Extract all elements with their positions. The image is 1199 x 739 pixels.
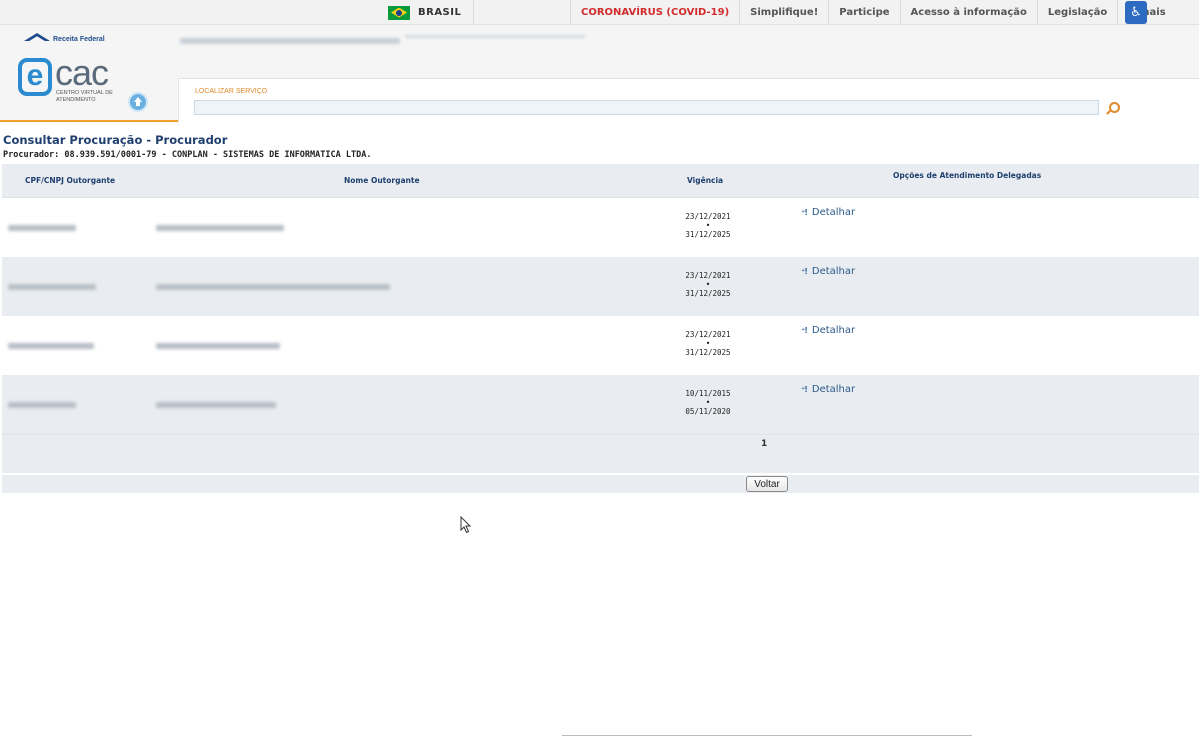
procurador-info: Procurador: 08.939.591/0001-79 - CONPLAN…: [3, 150, 372, 160]
redacted-nome: [156, 284, 390, 290]
detalhar-label: Detalhar: [811, 266, 856, 277]
table-row: 10/11/2015 • 05/11/2020 ⁺! Detalhar: [2, 375, 1199, 434]
vigencia-start: 10/11/2015: [685, 389, 731, 398]
receita-federal-logo[interactable]: Receita Federal: [24, 33, 105, 45]
search-label: LOCALIZAR SERVIÇO: [195, 88, 268, 95]
vigencia-start: 23/12/2021: [685, 330, 731, 339]
search-input[interactable]: [194, 100, 1099, 115]
vigencia-cell: 10/11/2015 • 05/11/2020: [678, 389, 738, 417]
redacted-nome: [156, 343, 280, 349]
redacted-cpf-cnpj: [8, 343, 94, 349]
legislacao-link[interactable]: Legislação: [1036, 0, 1117, 25]
ecac-logo-text: cac: [55, 52, 109, 93]
vigencia-cell: 23/12/2021 • 31/12/2025: [678, 330, 738, 358]
brasil-label: BRASIL: [418, 7, 462, 18]
vigencia-start: 23/12/2021: [685, 212, 731, 221]
gov-links: CORONAVÍRUS (COVID-19) Simplifique! Part…: [570, 0, 1176, 25]
redacted-info: [405, 35, 585, 38]
site-header: Receita Federal e cac CENTRO VIRTUAL DE …: [0, 25, 1199, 123]
redacted-nome: [156, 225, 284, 231]
brazil-flag-icon: [388, 5, 410, 20]
participe-link[interactable]: Participe: [828, 0, 899, 25]
simplifique-link[interactable]: Simplifique!: [739, 0, 828, 25]
receita-federal-mark-icon: [24, 33, 50, 45]
voltar-button[interactable]: Voltar: [746, 476, 788, 492]
detail-icon: ⁺!: [801, 267, 808, 276]
table-row: 23/12/2021 • 31/12/2025 ⁺! Detalhar: [2, 257, 1199, 316]
detalhar-label: Detalhar: [811, 207, 856, 218]
redacted-cpf-cnpj: [8, 225, 76, 231]
redacted-user-info: [180, 38, 400, 44]
table-row: 23/12/2021 • 31/12/2025 ⁺! Detalhar: [2, 198, 1199, 257]
detail-icon: ⁺!: [801, 385, 808, 394]
detalhar-label: Detalhar: [811, 325, 856, 336]
home-icon[interactable]: [128, 92, 148, 112]
brasil-link[interactable]: BRASIL: [384, 0, 474, 25]
vigencia-start: 23/12/2021: [685, 271, 731, 280]
covid-link[interactable]: CORONAVÍRUS (COVID-19): [570, 0, 739, 25]
procuracoes-table: CPF/CNPJ Outorgante Nome Outorgante Vigê…: [2, 164, 1199, 493]
col-vigencia: Vigência: [687, 176, 724, 185]
pagination: 1: [2, 434, 1199, 473]
bottom-divider: [562, 735, 972, 736]
ecac-subtitle: CENTRO VIRTUAL DE ATENDIMENTO: [56, 90, 113, 103]
redacted-nome: [156, 402, 276, 408]
vigencia-cell: 23/12/2021 • 31/12/2025: [678, 212, 738, 240]
detalhar-link[interactable]: ⁺! Detalhar: [801, 266, 855, 277]
gov-top-bar: BRASIL CORONAVÍRUS (COVID-19) Simplifiqu…: [0, 0, 1199, 25]
redacted-cpf-cnpj: [8, 402, 76, 408]
redacted-cpf-cnpj: [8, 284, 96, 290]
vigencia-end: 05/11/2020: [685, 407, 731, 416]
col-nome: Nome Outorgante: [344, 176, 420, 185]
vigencia-separator: •: [705, 339, 711, 348]
vigencia-end: 31/12/2025: [685, 348, 731, 357]
vigencia-separator: •: [705, 398, 711, 407]
page-number[interactable]: 1: [761, 439, 767, 449]
vigencia-separator: •: [705, 280, 711, 289]
page-title: Consultar Procuração - Procurador: [3, 133, 228, 147]
table-row: 23/12/2021 • 31/12/2025 ⁺! Detalhar: [2, 316, 1199, 375]
search-panel: LOCALIZAR SERVIÇO: [178, 78, 1199, 123]
detalhar-link[interactable]: ⁺! Detalhar: [801, 207, 855, 218]
col-opcoes: Opções de Atendimento Delegadas: [893, 171, 1042, 180]
vigencia-cell: 23/12/2021 • 31/12/2025: [678, 271, 738, 299]
search-icon[interactable]: [1105, 102, 1120, 116]
detail-icon: ⁺!: [801, 326, 808, 335]
detail-icon: ⁺!: [801, 208, 808, 217]
accessibility-icon[interactable]: ♿: [1125, 1, 1147, 24]
col-cpf-cnpj: CPF/CNPJ Outorgante: [25, 176, 116, 185]
detalhar-link[interactable]: ⁺! Detalhar: [801, 325, 855, 336]
ecac-logo[interactable]: e cac CENTRO VIRTUAL DE ATENDIMENTO: [18, 55, 114, 111]
vigencia-end: 31/12/2025: [685, 289, 731, 298]
detalhar-link[interactable]: ⁺! Detalhar: [801, 384, 855, 395]
detalhar-label: Detalhar: [811, 384, 856, 395]
acesso-informacao-link[interactable]: Acesso à informação: [899, 0, 1037, 25]
table-header: CPF/CNPJ Outorgante Nome Outorgante Vigê…: [2, 164, 1199, 198]
actions-bar: Voltar: [2, 475, 1199, 493]
ecac-e-icon: e: [18, 58, 52, 96]
receita-federal-label: Receita Federal: [53, 35, 105, 43]
vigencia-separator: •: [705, 221, 711, 230]
vigencia-end: 31/12/2025: [685, 230, 731, 239]
